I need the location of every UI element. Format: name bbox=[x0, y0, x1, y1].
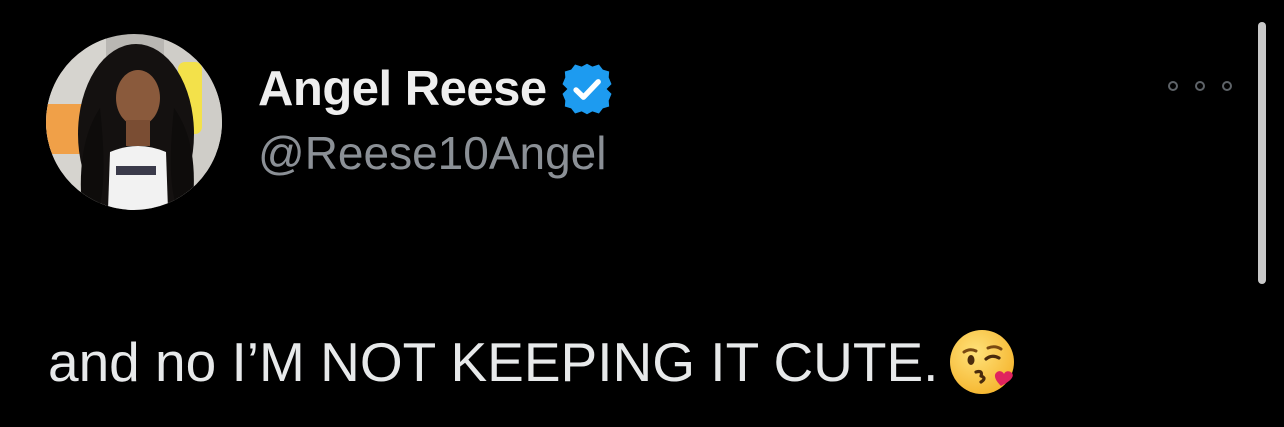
ellipsis-dot-icon bbox=[1222, 81, 1232, 91]
scrollbar-thumb[interactable] bbox=[1258, 22, 1266, 284]
author-handle[interactable]: @Reese10Angel bbox=[258, 126, 606, 180]
author-name-row[interactable]: Angel Reese bbox=[258, 58, 615, 120]
avatar-photo-icon bbox=[46, 34, 222, 210]
tweet-body: and no I’M NOT KEEPING IT CUTE. bbox=[48, 322, 1022, 402]
ellipsis-dot-icon bbox=[1195, 81, 1205, 91]
author-avatar[interactable] bbox=[46, 34, 222, 210]
author-display-name[interactable]: Angel Reese bbox=[258, 61, 547, 117]
verified-badge-icon bbox=[559, 61, 615, 117]
tweet-text: and no I’M NOT KEEPING IT CUTE. bbox=[48, 331, 939, 393]
ellipsis-dot-icon bbox=[1168, 81, 1178, 91]
tweet-card: Angel Reese @Reese10Angel and no I’M NOT… bbox=[0, 0, 1284, 427]
face-blowing-kiss-icon bbox=[946, 324, 1022, 400]
more-options-button[interactable] bbox=[1168, 66, 1232, 106]
